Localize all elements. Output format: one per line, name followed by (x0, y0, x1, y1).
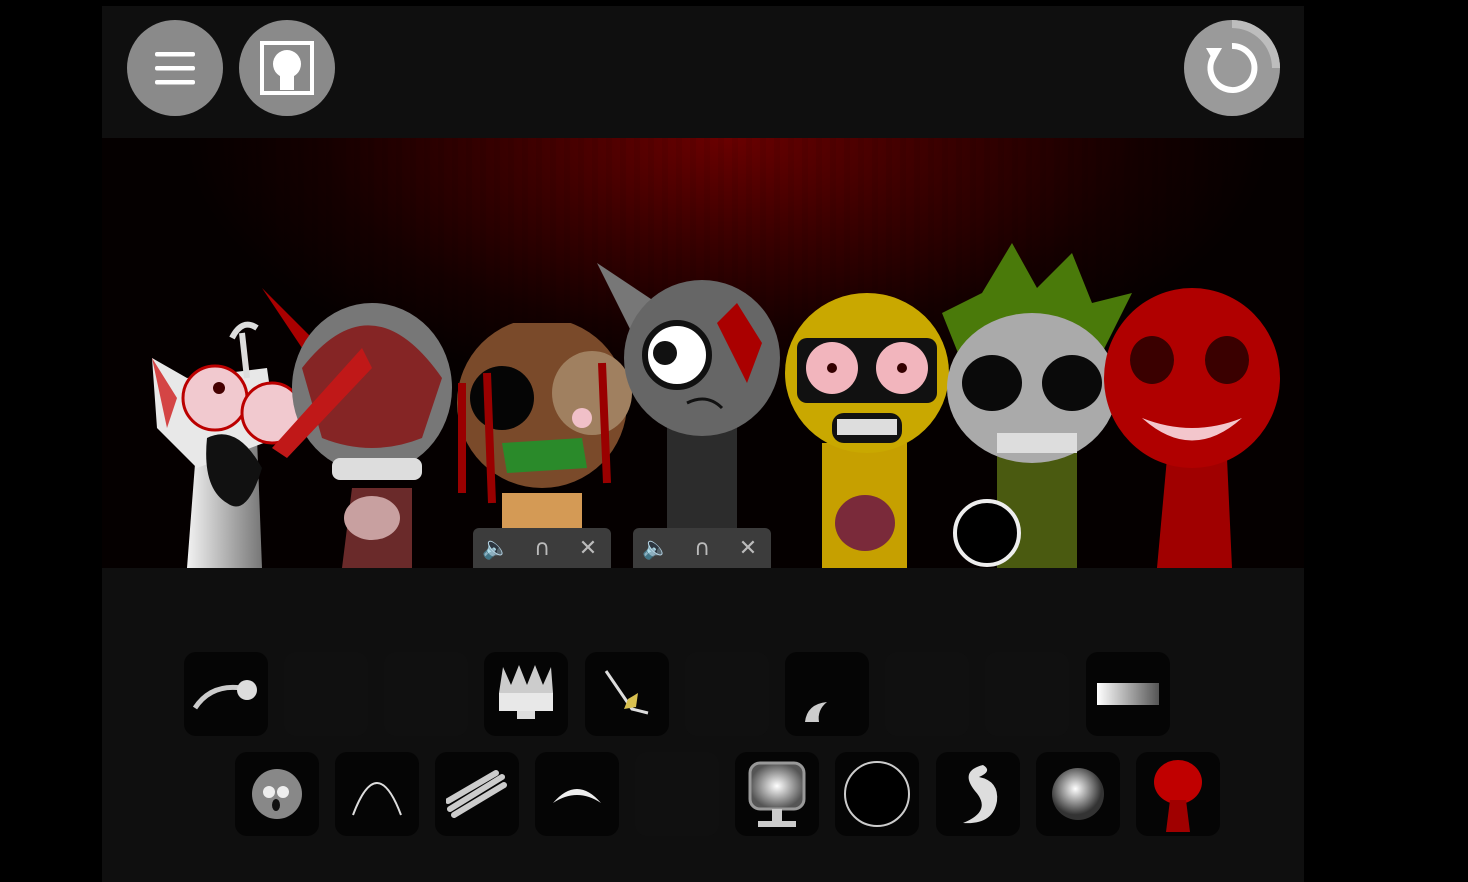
top-bar (102, 6, 1304, 138)
sound-slot-empty (284, 652, 368, 736)
stage (102, 138, 1304, 568)
sound-hook-icon (192, 680, 257, 710)
sound-bloodmic-icon (1154, 760, 1202, 832)
sound-arc-icon (352, 782, 402, 816)
sound-slot-bar[interactable] (1086, 652, 1170, 736)
character-2[interactable] (262, 288, 462, 568)
sound-slot-empty (885, 652, 969, 736)
sound-slot-spark[interactable] (585, 652, 669, 736)
character-4[interactable] (597, 263, 787, 568)
close-icon[interactable]: ✕ (733, 536, 763, 561)
solo-headphones-icon[interactable]: ∩ (687, 536, 717, 561)
character-controls-2: 🔈 ∩ ✕ (633, 528, 771, 568)
close-icon[interactable]: ✕ (573, 536, 603, 561)
sound-slot-crown[interactable] (484, 652, 568, 736)
sound-crown-icon (499, 665, 553, 719)
sound-claw-icon (805, 702, 827, 722)
mute-icon[interactable]: 🔈 (641, 536, 671, 561)
sound-slot-empty (985, 652, 1069, 736)
reset-button[interactable] (1184, 20, 1280, 116)
sound-stripes-icon (446, 770, 507, 818)
character-7[interactable] (1102, 288, 1287, 568)
character-controls-1: 🔈 ∩ ✕ (473, 528, 611, 568)
sound-slot-face[interactable] (235, 752, 319, 836)
sound-spark-icon (604, 670, 649, 715)
sound-orb-icon (1052, 768, 1104, 820)
sound-slot-arc[interactable] (335, 752, 419, 836)
bonus-button[interactable] (239, 20, 335, 116)
sound-slot-monitor[interactable] (735, 752, 819, 836)
hamburger-menu-icon (155, 52, 195, 85)
solo-headphones-icon[interactable]: ∩ (527, 536, 557, 561)
bonus-portrait-icon (260, 41, 314, 95)
game-window: 🔈 ∩ ✕ 🔈 ∩ ✕ (102, 6, 1304, 882)
sound-face-icon (252, 769, 302, 819)
sound-slot-empty (384, 652, 468, 736)
sound-slot-stripes[interactable] (435, 752, 519, 836)
sound-chevron-icon (553, 789, 601, 803)
sound-slot-swirl[interactable] (936, 752, 1020, 836)
sound-monitor-icon (748, 761, 806, 827)
sound-swirl-icon (963, 765, 998, 824)
sound-slot-hook[interactable] (184, 652, 268, 736)
menu-button[interactable] (127, 20, 223, 116)
sound-slot-empty (685, 652, 769, 736)
sound-slot-bloodmic[interactable] (1136, 752, 1220, 836)
sound-slot-chevron[interactable] (535, 752, 619, 836)
character-5[interactable] (777, 293, 957, 568)
sound-palette (102, 568, 1304, 882)
sound-bar-icon (1097, 683, 1159, 705)
mute-icon[interactable]: 🔈 (481, 536, 511, 561)
sound-slot-ring[interactable] (835, 752, 919, 836)
sound-slot-orb[interactable] (1036, 752, 1120, 836)
sound-slot-claw[interactable] (785, 652, 869, 736)
reset-icon (1206, 20, 1280, 93)
sound-slot-empty (635, 752, 719, 836)
sound-ring-icon (844, 761, 910, 827)
